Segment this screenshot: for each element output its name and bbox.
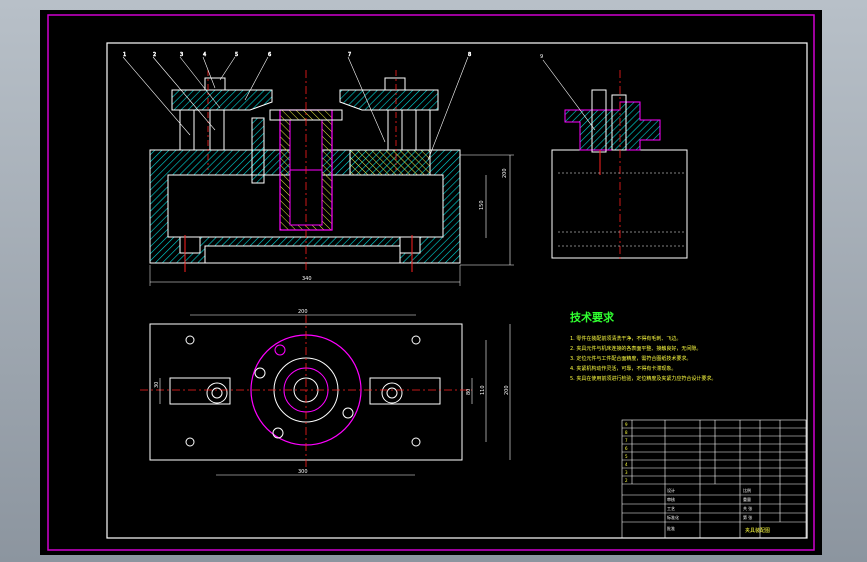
top-view: 200 300 80 110 200 30 xyxy=(140,309,511,476)
label-review: 审核 xyxy=(667,496,675,502)
label-design: 设计 xyxy=(667,487,675,493)
bom-row-8: 8 xyxy=(625,430,628,435)
balloon-1: 1 xyxy=(123,52,126,58)
label-sheet-no: 第 张 xyxy=(743,514,752,520)
label-standard: 标准化 xyxy=(667,514,679,520)
dim-front-width: 340 xyxy=(302,276,312,282)
title-block xyxy=(621,419,807,539)
tech-title: 技术要求 xyxy=(570,310,615,324)
front-view: 340 200 150 1 2 3 4 5 6 7 8 xyxy=(123,52,514,286)
label-weight: 重量 xyxy=(743,496,751,502)
balloon-4: 4 xyxy=(203,52,206,58)
balloon-8: 8 xyxy=(468,52,471,58)
dim-top-right2: 110 xyxy=(480,385,486,395)
balloon-5: 5 xyxy=(235,52,238,58)
label-scale: 比例 xyxy=(743,487,751,493)
side-view: 9 xyxy=(540,54,688,260)
cad-drawing: 340 200 150 1 2 3 4 5 6 7 8 9 200 300 80… xyxy=(47,14,815,551)
balloon-3: 3 xyxy=(180,52,183,58)
bom-row-5: 5 xyxy=(625,454,628,459)
balloon-7: 7 xyxy=(348,52,351,58)
dim-front-inner: 150 xyxy=(479,200,485,210)
dim-front-height: 200 xyxy=(502,168,508,178)
tech-item-2: 2. 夹具元件与机床连接的各表面平整、接触良好，无间隙。 xyxy=(570,345,701,352)
drawing-sheet: 340 200 150 1 2 3 4 5 6 7 8 9 200 300 80… xyxy=(40,10,822,555)
dim-top-left: 30 xyxy=(154,382,160,388)
balloon-2: 2 xyxy=(153,52,156,58)
label-approve: 批准 xyxy=(667,525,675,531)
cad-viewport: 340 200 150 1 2 3 4 5 6 7 8 9 200 300 80… xyxy=(0,0,867,562)
bom-row-3: 3 xyxy=(625,470,628,475)
bom-row-9: 9 xyxy=(625,422,628,427)
tech-requirements: 技术要求 1. 零件在装配前须清洗干净，不得有毛刺、飞边。 2. 夹具元件与机床… xyxy=(570,310,716,382)
label-process: 工艺 xyxy=(667,506,675,511)
bom-row-7: 7 xyxy=(625,438,628,443)
inner-border xyxy=(106,42,808,539)
bom-row-4: 4 xyxy=(625,462,628,467)
balloon-6: 6 xyxy=(268,52,271,58)
title-labels: 设计 审核 工艺 标准化 批准 比例 重量 共 张 第 张 xyxy=(667,487,752,531)
balloon-9: 9 xyxy=(540,54,543,60)
dim-top-right3: 200 xyxy=(504,385,510,395)
label-sheets: 共 张 xyxy=(743,505,752,511)
dim-top-lower: 300 xyxy=(298,469,308,475)
tech-item-1: 1. 零件在装配前须清洗干净，不得有毛刺、飞边。 xyxy=(570,335,681,342)
tech-item-4: 4. 夹紧机构动作灵活，可靠，不得有卡滞现象。 xyxy=(570,365,676,372)
bom-rows: 9 8 7 6 5 4 3 2 xyxy=(625,422,628,483)
tech-item-5: 5. 夹具在使用前须进行检验，定位精度及夹紧力应符合设计要求。 xyxy=(570,375,716,382)
tech-item-3: 3. 定位元件与工件配合面精度，需符合图纸技术要求。 xyxy=(570,355,691,362)
bom-row-2: 2 xyxy=(625,478,628,483)
dim-top-right1: 80 xyxy=(466,389,472,395)
dim-top-upper: 200 xyxy=(298,309,308,315)
bom-row-6: 6 xyxy=(625,446,628,451)
drawing-name: 夹具装配图 xyxy=(745,527,770,534)
